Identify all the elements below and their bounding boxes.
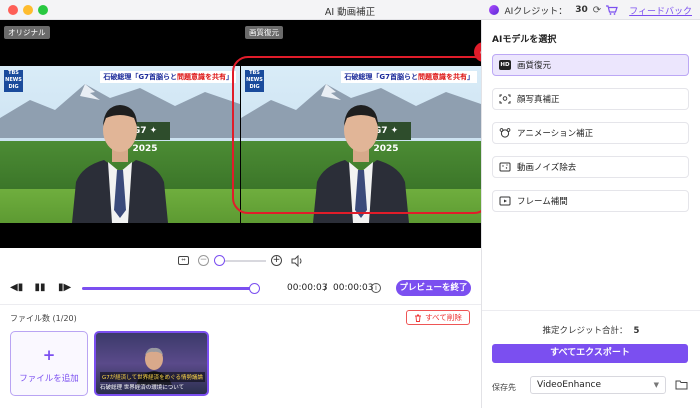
add-file-label: ファイルを追加 bbox=[19, 374, 79, 384]
model-item-quality-restore[interactable]: HD 画質復元 bbox=[492, 54, 689, 76]
zoom-controls: ⇔ − + bbox=[0, 248, 481, 274]
credit-area: AIクレジット： 30 ⟳ フィードバック bbox=[489, 3, 692, 17]
cart-icon[interactable] bbox=[606, 5, 619, 15]
delete-all-button[interactable]: すべて削除 bbox=[406, 310, 470, 325]
pause-icon[interactable]: ▮▮ bbox=[34, 282, 46, 294]
progress-thumb[interactable] bbox=[249, 283, 261, 294]
estimated-credits: 推定クレジット合計： 5 bbox=[542, 326, 640, 336]
save-location-label: 保存先 bbox=[492, 383, 516, 392]
original-pane: オリジナル G7 ✦ 2025 TBS NEWS DIG 石破総理「G7首脳らと… bbox=[0, 20, 240, 248]
delete-all-label: すべて削除 bbox=[425, 313, 462, 322]
file-count: ファイル数 (1/20) bbox=[10, 314, 77, 323]
chevron-down-icon: ▼ bbox=[653, 381, 659, 389]
zoom-in-icon[interactable]: + bbox=[271, 255, 282, 266]
model-panel: AIモデルを選択 HD 画質復元 顔写真補正 アニメーション補正 動画ノイズ除去… bbox=[482, 20, 700, 408]
model-label: アニメーション補正 bbox=[517, 129, 594, 139]
folder-icon[interactable] bbox=[675, 379, 688, 390]
model-label: 画質復元 bbox=[517, 61, 552, 71]
credit-count: 30 bbox=[575, 5, 588, 15]
model-label: 動画ノイズ除去 bbox=[517, 163, 577, 173]
progress-fill bbox=[82, 287, 255, 290]
plus-icon: + bbox=[42, 346, 56, 364]
feedback-link[interactable]: フィードバック bbox=[629, 4, 692, 17]
news-headline: 石破総理「G7首脳らと問題意識を共有」 bbox=[100, 71, 236, 83]
file-thumbnail[interactable]: G7が経済して世界経済をめぐる情勢議論 石破総理 世界経済の環境について bbox=[94, 331, 209, 396]
model-label: 顔写真補正 bbox=[517, 95, 560, 105]
zoom-slider-thumb[interactable] bbox=[213, 255, 225, 266]
face-scan-icon bbox=[499, 94, 511, 104]
thumbnail-subcaption: 石破総理 世界経済の環境について bbox=[100, 385, 185, 391]
info-icon[interactable]: i bbox=[371, 283, 381, 293]
progress-track[interactable] bbox=[82, 287, 258, 290]
add-file-button[interactable]: + ファイルを追加 bbox=[10, 331, 88, 396]
side-divider bbox=[482, 310, 700, 311]
model-item-denoise[interactable]: 動画ノイズ除去 bbox=[492, 156, 689, 178]
model-item-face-enhance[interactable]: 顔写真補正 bbox=[492, 88, 689, 110]
original-label: オリジナル bbox=[4, 26, 50, 39]
current-time: 00:00:03 bbox=[287, 283, 328, 293]
title-bar: AI 動画補正 AIクレジット： 30 ⟳ フィードバック bbox=[0, 0, 700, 20]
end-preview-button[interactable]: プレビューを終了 bbox=[396, 280, 471, 296]
model-item-anime-enhance[interactable]: アニメーション補正 bbox=[492, 122, 689, 144]
export-all-button[interactable]: すべてエクスポート bbox=[492, 344, 688, 363]
trash-icon bbox=[415, 314, 422, 322]
total-time: 00:00:03 bbox=[333, 283, 374, 293]
ai-credit-icon bbox=[489, 5, 500, 15]
anime-icon bbox=[499, 128, 511, 138]
original-frame: G7 ✦ 2025 TBS NEWS DIG 石破総理「G7首脳らと問題意識を共… bbox=[0, 66, 240, 223]
denoise-icon bbox=[499, 162, 511, 172]
model-label: フレーム補間 bbox=[517, 197, 568, 207]
divider bbox=[0, 304, 481, 305]
previous-frame-icon[interactable]: ◀▮ bbox=[10, 282, 23, 294]
refresh-icon[interactable]: ⟳ bbox=[593, 5, 601, 16]
enhanced-label: 画質復元 bbox=[245, 26, 283, 39]
hd-icon: HD bbox=[499, 60, 511, 70]
next-frame-icon[interactable]: ▮▶ bbox=[58, 282, 71, 294]
presenter-figure bbox=[72, 105, 168, 223]
playback-controls: ◀▮ ▮▮ ▮▶ 00:00:03 / 00:00:03 i プレビューを終了 bbox=[0, 276, 481, 300]
credit-label: AIクレジット： bbox=[504, 6, 568, 17]
volume-icon[interactable] bbox=[291, 255, 303, 267]
fit-screen-icon[interactable]: ⇔ bbox=[178, 256, 189, 265]
zoom-out-icon[interactable]: − bbox=[198, 255, 209, 266]
time-separator: / bbox=[324, 283, 328, 293]
callout-outline bbox=[232, 56, 490, 214]
save-location-select[interactable]: VideoEnhance ▼ bbox=[530, 376, 666, 394]
frame-interp-icon bbox=[499, 196, 511, 206]
model-panel-title: AIモデルを選択 bbox=[492, 35, 557, 45]
model-item-frame-interpolation[interactable]: フレーム補間 bbox=[492, 190, 689, 212]
news-logo: TBS NEWS DIG bbox=[4, 70, 23, 92]
thumbnail-caption: G7が経済して世界経済をめぐる情勢議論 bbox=[100, 372, 205, 382]
